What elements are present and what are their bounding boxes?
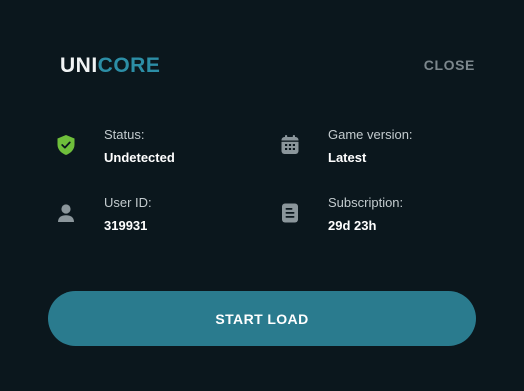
status-info: Status: Undetected xyxy=(55,127,175,166)
user-id-label: User ID: xyxy=(104,195,152,210)
game-version-info: Game version: Latest xyxy=(279,127,413,166)
subscription-value: 29d 23h xyxy=(328,218,377,233)
status-label: Status: xyxy=(104,127,145,142)
logo-text-primary: UNI xyxy=(60,54,98,77)
subscription-info: Subscription: 29d 23h xyxy=(279,195,403,234)
app-logo: UNICORE xyxy=(60,53,160,79)
start-load-button[interactable]: START LOAD xyxy=(48,291,476,346)
shield-check-icon xyxy=(55,134,77,156)
calendar-icon xyxy=(279,134,301,156)
document-icon xyxy=(279,202,301,224)
subscription-label: Subscription: xyxy=(328,195,404,210)
logo-text-accent: CORE xyxy=(97,54,161,77)
loader-window: UNICORE CLOSE Status: Undetected Game ve… xyxy=(0,0,524,391)
game-version-label: Game version: xyxy=(328,127,413,142)
close-button[interactable]: CLOSE xyxy=(424,57,475,73)
game-version-value: Latest xyxy=(328,150,367,165)
status-value: Undetected xyxy=(104,150,175,165)
user-id-info: User ID: 319931 xyxy=(55,195,152,234)
user-icon xyxy=(55,202,77,224)
user-id-value: 319931 xyxy=(104,218,148,233)
